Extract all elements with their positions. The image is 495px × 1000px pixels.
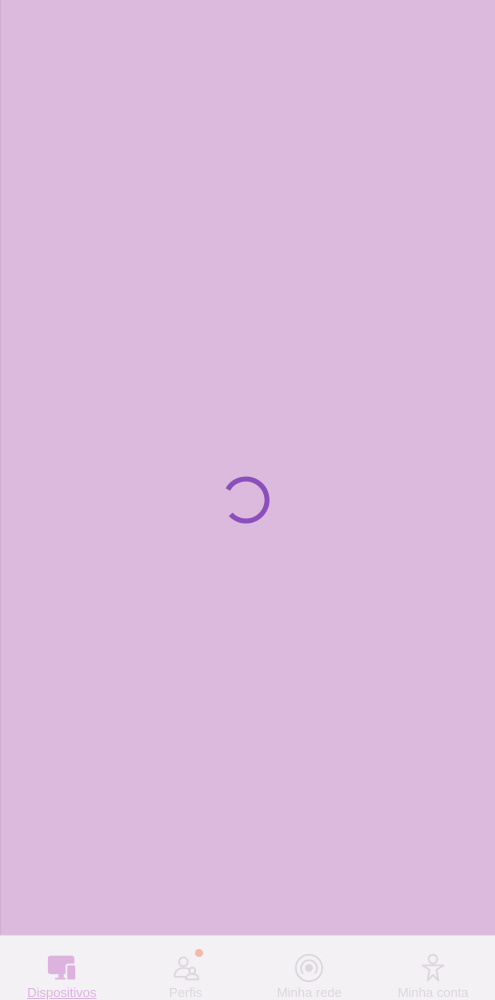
tab-devices-label: Dispositivos <box>27 985 97 1000</box>
tab-my-network[interactable]: Minha rede <box>248 936 372 1000</box>
tab-my-network-label: Minha rede <box>276 985 342 1000</box>
profiles-icon <box>173 956 199 981</box>
loading-overlay <box>0 0 495 935</box>
loading-spinner <box>222 476 270 524</box>
network-icon <box>295 953 324 983</box>
tab-devices[interactable]: Dispositivos <box>0 936 124 1000</box>
tab-my-account[interactable]: Minha conta <box>371 936 495 1000</box>
bottom-tab-bar: Dispositivos Perfis Minha rede Minha con… <box>0 935 495 1000</box>
tab-profiles-label: Perfis <box>169 985 203 1000</box>
tab-my-account-label: Minha conta <box>397 985 469 1000</box>
account-icon <box>421 953 445 982</box>
profiles-notification-badge <box>194 949 203 957</box>
tab-profiles[interactable]: Perfis <box>124 936 248 1000</box>
devices-icon <box>47 955 77 982</box>
